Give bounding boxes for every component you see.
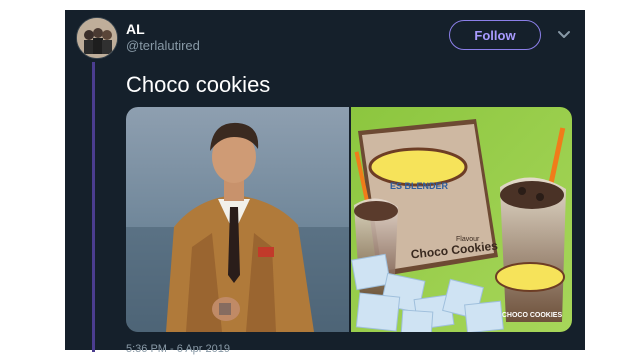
thread-line [92,62,95,352]
author-name[interactable]: AL [126,21,145,37]
portrait-photo [126,107,349,332]
tweet-text: Choco cookies [126,72,271,97]
cup-label: CHOCO COOKIES [502,312,563,319]
author-handle[interactable]: @terlalutired [126,38,200,53]
tweet-media[interactable]: ES BLENDER Flavour Choco Cookies CHOCO C… [126,107,572,332]
avatar[interactable] [76,17,118,59]
tweet-timestamp[interactable]: 5:36 PM - 6 Apr 2019 [126,343,230,355]
follow-button[interactable]: Follow [449,20,541,50]
chevron-down-icon[interactable] [556,28,572,42]
product-badge: ES BLENDER [390,181,449,191]
product-photo: ES BLENDER Flavour Choco Cookies CHOCO C… [351,107,572,332]
